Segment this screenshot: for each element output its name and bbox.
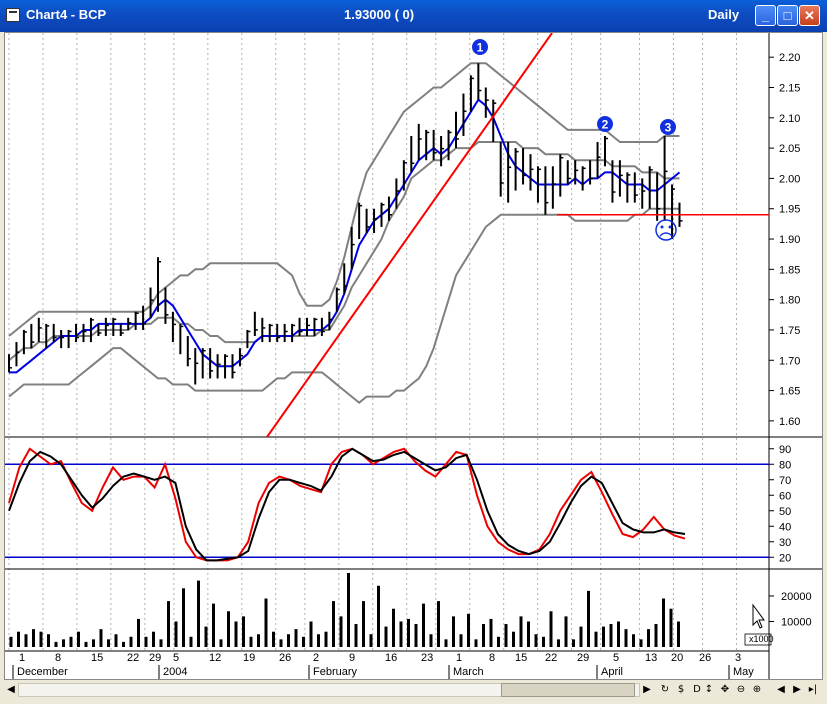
marker-3-label: 3 — [665, 121, 672, 135]
page-right-icon[interactable]: ▶ — [790, 683, 804, 697]
time-axis-month-label: 2004 — [163, 666, 187, 678]
price-readout: 1.93000 ( 0) — [344, 7, 415, 22]
time-axis-day-label: 15 — [515, 652, 527, 664]
price-axis-label: 1.75 — [779, 325, 800, 337]
price-axis-label: 2.05 — [779, 143, 800, 155]
volume-axis-label: 20000 — [781, 591, 812, 603]
time-axis-day-label: 1 — [19, 652, 25, 664]
volume-unit-label: x1000 — [749, 634, 774, 644]
price-axis-label: 1.80 — [779, 295, 800, 307]
time-axis-month-label: April — [601, 666, 623, 678]
time-axis-day-label: 1 — [456, 652, 462, 664]
zoom-out-icon[interactable]: ⊖ — [734, 683, 748, 697]
scroll-right-icon[interactable]: ▶ — [640, 683, 654, 697]
zoom-in-icon[interactable]: ⊕ — [750, 683, 764, 697]
stochastic-axis-label: 30 — [779, 537, 791, 549]
time-axis-day-label: 26 — [699, 652, 711, 664]
time-axis-day-label: 26 — [279, 652, 291, 664]
trendline[interactable] — [266, 32, 553, 438]
price-axis-label: 1.70 — [779, 355, 800, 367]
period-label: Daily — [708, 7, 740, 22]
stochastic-axis-label: 20 — [779, 552, 791, 564]
face-eye — [660, 225, 664, 229]
price-axis-label: 1.60 — [779, 416, 800, 428]
scale-vertical-icon[interactable]: ↕ — [702, 683, 716, 697]
price-axis-label: 2.20 — [779, 52, 800, 64]
time-axis-day-label: 8 — [489, 652, 495, 664]
time-axis-day-label: 13 — [645, 652, 657, 664]
time-axis-day-label: 23 — [421, 652, 433, 664]
time-axis-day-label: 5 — [613, 652, 619, 664]
stochastic-axis-label: 80 — [779, 459, 791, 471]
stochastic-axis-label: 40 — [779, 521, 791, 533]
time-axis-day-label: 2 — [313, 652, 319, 664]
stochastic-axis-label: 60 — [779, 490, 791, 502]
time-axis-day-label: 19 — [243, 652, 255, 664]
window-title: Chart4 - BCP — [26, 7, 107, 22]
price-axis-label: 2.10 — [779, 113, 800, 125]
time-axis-day-label: 29 — [577, 652, 589, 664]
time-axis-day-label: 5 — [173, 652, 179, 664]
time-axis-month-label: December — [17, 666, 68, 678]
time-axis-day-label: 9 — [349, 652, 355, 664]
price-axis-label: 1.85 — [779, 264, 800, 276]
marker-1-label: 1 — [477, 41, 484, 55]
minimize-button[interactable]: _ — [755, 5, 776, 26]
scroll-left-icon[interactable]: ◀ — [4, 683, 18, 697]
move-icon[interactable]: ✥ — [718, 683, 732, 697]
time-axis-month-label: March — [453, 666, 484, 678]
volume-axis-label: 10000 — [781, 616, 812, 628]
marker-2-label: 2 — [602, 118, 609, 132]
time-axis-month-label: May — [733, 666, 754, 678]
time-axis-day-label: 12 — [209, 652, 221, 664]
stochastic-axis-label: 70 — [779, 475, 791, 487]
face-eye — [668, 225, 672, 229]
chart-window-icon[interactable] — [6, 8, 20, 22]
time-axis-day-label: 29 — [149, 652, 161, 664]
time-axis-day-label: 15 — [91, 652, 103, 664]
price-axis-label: 2.15 — [779, 82, 800, 94]
title-bar[interactable]: Chart4 - BCP 1.93000 ( 0) Daily _ □ ✕ — [0, 0, 827, 32]
chart-window: Chart4 - BCP 1.93000 ( 0) Daily _ □ ✕ 12… — [0, 0, 827, 704]
time-axis-day-label: 3 — [735, 652, 741, 664]
time-axis-day-label: 16 — [385, 652, 397, 664]
time-axis-day-label: 22 — [545, 652, 557, 664]
close-button[interactable]: ✕ — [799, 5, 820, 26]
time-axis-month-label: February — [313, 666, 358, 678]
maximize-button[interactable]: □ — [777, 5, 798, 26]
stochastic-axis-label: 90 — [779, 444, 791, 456]
time-scrollbar-thumb[interactable] — [501, 683, 635, 697]
time-axis-day-label: 22 — [127, 652, 139, 664]
price-axis-label: 2.00 — [779, 173, 800, 185]
price-axis-label: 1.95 — [779, 204, 800, 216]
dollar-icon[interactable]: $ — [674, 683, 688, 697]
mouse-pointer-icon — [752, 603, 765, 629]
time-axis-day-label: 20 — [671, 652, 683, 664]
price-axis-label: 1.90 — [779, 234, 800, 246]
page-left-icon[interactable]: ◀ — [774, 683, 788, 697]
time-axis-day-label: 8 — [55, 652, 61, 664]
stochastic-axis-label: 50 — [779, 506, 791, 518]
bottom-scroll-toolbar: ◀ ▶ ↻ $ D ↕ ✥ ⊖ ⊕ ◀ ▶ ▸| — [4, 681, 823, 700]
refresh-icon[interactable]: ↻ — [658, 683, 672, 697]
end-icon[interactable]: ▸| — [806, 683, 820, 697]
chart-plot-area[interactable]: 123 2.20 2.15 2.10 2.05 2.00 1.95 1.90 1.85 1.80… — [4, 32, 823, 680]
chart-svg: 12 3 2.202.152.102.052.001.951.901.851.80… — [5, 32, 822, 679]
moving-average-line — [9, 98, 681, 374]
face-mouth — [659, 232, 673, 237]
price-axis-label: 1.65 — [779, 386, 800, 398]
